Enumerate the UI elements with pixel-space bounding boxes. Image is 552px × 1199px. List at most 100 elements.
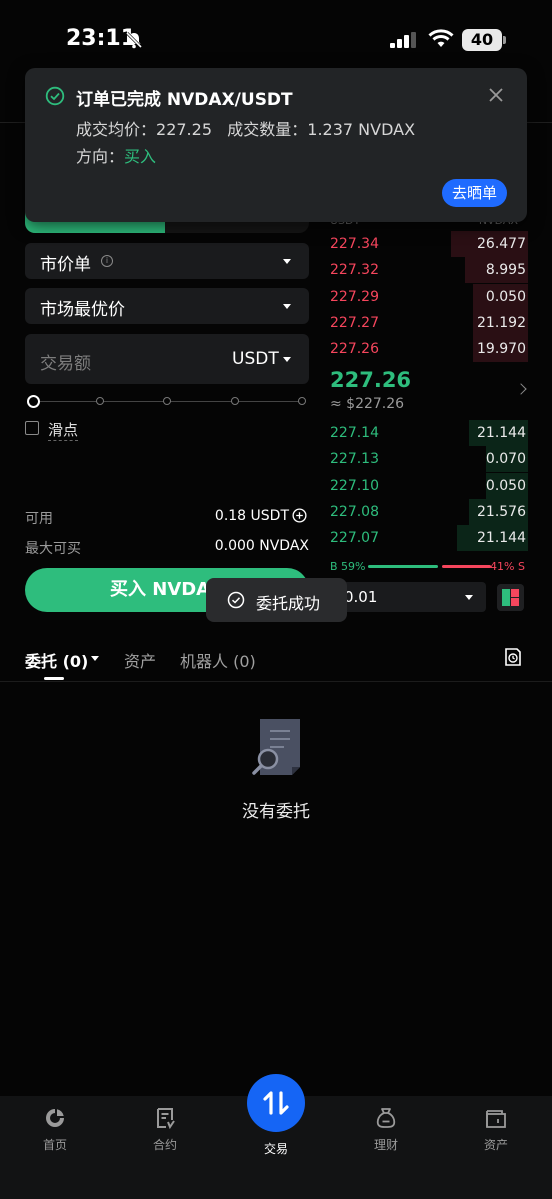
tab-active-underline [44, 677, 64, 680]
order-type-select[interactable]: 市价单 i [25, 243, 309, 279]
ask-qty: 0.050 [485, 288, 526, 305]
slider-step-25[interactable] [96, 397, 104, 405]
nav-trade-label: 交易 [263, 1142, 288, 1156]
ask-qty: 8.995 [485, 262, 526, 279]
order-book-layout-icon[interactable] [497, 584, 524, 611]
available-value: 0.18 USDT [214, 508, 289, 524]
nav-futures[interactable]: 合约 [125, 1106, 205, 1153]
chevron-down-icon [465, 595, 473, 600]
ask-row[interactable]: 227.29 0.050 [330, 283, 528, 310]
close-icon[interactable] [486, 85, 506, 105]
tab-bots[interactable]: 机器人 (0) [180, 648, 256, 672]
ask-price: 227.32 [330, 262, 379, 279]
bid-row[interactable]: 227.10 0.050 [330, 472, 528, 499]
bid-price: 227.07 [330, 530, 379, 547]
battery-indicator: 40 [462, 29, 502, 51]
price-mode-select[interactable]: 市场最优价 [25, 288, 309, 324]
sell-ratio-label: 41% S [490, 560, 525, 573]
bid-qty: 0.050 [485, 477, 526, 494]
slider-step-100[interactable] [298, 397, 306, 405]
chevron-down-icon[interactable] [91, 656, 99, 661]
slider-step-50[interactable] [163, 397, 171, 405]
ask-row[interactable]: 227.26 19.970 [330, 336, 528, 363]
battery-tip [503, 36, 506, 44]
notification-fill-details: 成交均价：227.25 成交数量：1.237 NVDAX [76, 116, 415, 140]
depth-precision-value: 0.01 [344, 588, 378, 606]
toast: 委托成功 [206, 578, 347, 622]
money-bag-icon [376, 1108, 396, 1128]
chevron-right-icon[interactable] [515, 383, 527, 395]
slider-step-75[interactable] [231, 397, 239, 405]
wifi-icon [428, 29, 454, 47]
share-order-button[interactable]: 去晒单 [442, 179, 507, 207]
amount-unit-select[interactable]: USDT [232, 349, 279, 369]
nav-home[interactable]: 首页 [15, 1106, 95, 1153]
empty-state-text: 没有委托 [242, 802, 310, 822]
ask-row[interactable]: 227.32 8.995 [330, 257, 528, 284]
bid-price: 227.08 [330, 503, 379, 520]
bid-qty: 0.070 [485, 451, 526, 468]
ask-qty: 19.970 [477, 341, 526, 358]
ask-row[interactable]: 227.34 26.477 [330, 231, 528, 257]
last-price: 227.26 [330, 368, 412, 392]
chevron-down-icon [283, 304, 291, 309]
nav-assets[interactable]: 资产 [456, 1106, 536, 1153]
tab-assets[interactable]: 资产 [124, 648, 156, 672]
signal-icon [390, 32, 416, 48]
plus-circle-icon[interactable] [292, 508, 307, 523]
tab-orders[interactable]: 委托 (0) [25, 648, 88, 672]
amount-placeholder: 交易额 [40, 354, 91, 374]
info-icon[interactable]: i [101, 255, 113, 267]
max-buy-value: 0.000 NVDAX [214, 538, 309, 554]
buy-ratio-bar [368, 565, 438, 568]
available-label: 可用 [25, 511, 53, 527]
order-history-icon[interactable] [503, 647, 523, 667]
bid-row[interactable]: 227.13 0.070 [330, 446, 528, 473]
max-buy-label: 最大可买 [25, 541, 81, 557]
bid-qty: 21.144 [477, 530, 526, 547]
direction-label: 方向： [76, 147, 125, 166]
nav-earn[interactable]: 理财 [346, 1106, 426, 1153]
wallet-icon [486, 1110, 506, 1128]
home-icon [46, 1109, 64, 1127]
last-price-fiat: ≈ $227.26 [330, 396, 405, 412]
bid-price: 227.10 [330, 477, 379, 494]
check-circle-icon [227, 591, 245, 609]
slippage-checkbox[interactable] [25, 421, 39, 435]
amount-input[interactable]: 交易额 USDT [25, 334, 309, 384]
swap-arrows-icon [263, 1091, 289, 1115]
notification-title: 订单已完成 NVDAX/USDT [76, 90, 293, 110]
nav-earn-label: 理财 [373, 1138, 398, 1152]
futures-icon [157, 1108, 175, 1130]
bid-row[interactable]: 227.07 21.144 [330, 525, 528, 552]
notification-direction: 方向：买入 [76, 143, 156, 167]
bid-price: 227.13 [330, 451, 379, 468]
empty-document-icon [252, 719, 300, 775]
bid-qty: 21.576 [477, 503, 526, 520]
ask-price: 227.26 [330, 341, 379, 358]
bid-price: 227.14 [330, 425, 379, 441]
avg-price-value: 227.25 [156, 120, 212, 139]
ask-qty: 26.477 [477, 236, 526, 252]
fill-qty-value: 1.237 NVDAX [307, 120, 416, 139]
slippage-label[interactable]: 滑点 [48, 419, 79, 441]
check-circle-icon [45, 86, 65, 106]
ask-price: 227.34 [330, 236, 379, 252]
bid-row[interactable]: 227.14 21.144 [330, 420, 528, 446]
bid-qty: 21.144 [477, 425, 526, 441]
toast-text: 委托成功 [256, 594, 321, 613]
slider-knob[interactable] [27, 395, 40, 408]
tabs-divider [0, 681, 552, 682]
depth-precision-select[interactable]: 0.01 [330, 582, 486, 612]
bell-muted-icon [125, 31, 143, 49]
ask-price: 227.27 [330, 314, 379, 331]
avg-price-label: 成交均价： [76, 120, 157, 139]
nav-home-label: 首页 [42, 1138, 67, 1152]
bid-row[interactable]: 227.08 21.576 [330, 498, 528, 525]
chevron-down-icon [283, 259, 291, 264]
ask-price: 227.29 [330, 288, 379, 305]
direction-value: 买入 [124, 147, 157, 166]
nav-trade-button[interactable] [247, 1074, 305, 1132]
ask-row[interactable]: 227.27 21.192 [330, 309, 528, 336]
order-filled-notification: 订单已完成 NVDAX/USDT 成交均价：227.25 成交数量：1.237 … [25, 68, 527, 222]
